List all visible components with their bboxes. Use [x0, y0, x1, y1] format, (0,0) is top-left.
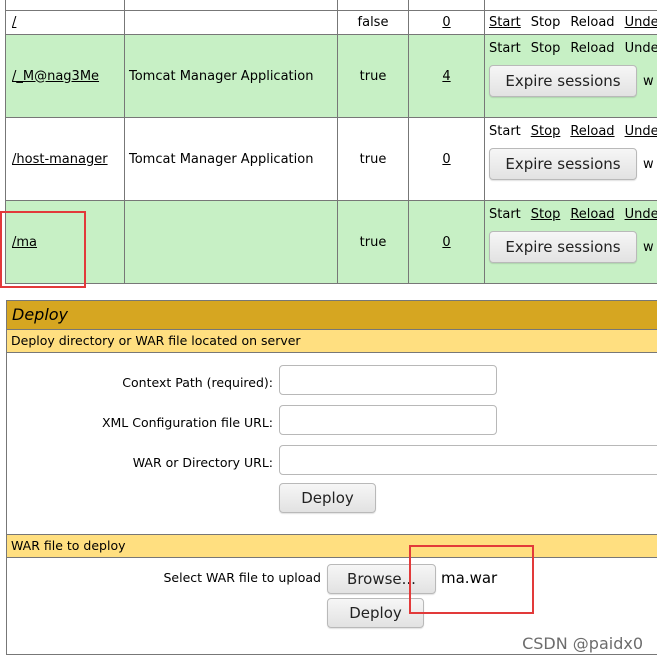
idle-label: w — [643, 156, 654, 172]
applications-table: / false 0 Start Stop Reload Undep /_M@nag3M… — [5, 0, 657, 284]
xml-config-label: XML Configuration file URL: — [101, 415, 273, 430]
browse-button[interactable]: Browse... — [327, 564, 436, 594]
app-sessions-link[interactable]: 4 — [442, 69, 450, 84]
deploy-server-button[interactable]: Deploy — [279, 483, 376, 513]
context-path-input[interactable] — [279, 365, 497, 395]
start-link[interactable]: Start — [489, 41, 521, 56]
app-commands: Start Stop Reload Undep Expire sessions w — [484, 117, 657, 201]
app-commands: Start Stop Reload Undep Expire sessions w — [484, 34, 657, 118]
selected-file-name: ma.war — [441, 569, 498, 587]
war-directory-label: WAR or Directory URL: — [132, 455, 273, 470]
reload-link[interactable]: Reload — [570, 41, 614, 56]
app-commands: Start Stop Reload Undep Expire sessions w — [484, 200, 657, 284]
app-sessions-link[interactable]: 0 — [442, 235, 450, 250]
table-row: /_M@nag3Me Tomcat Manager Application tr… — [5, 34, 657, 118]
idle-label: w — [643, 239, 654, 255]
app-path-link[interactable]: /ma — [12, 235, 37, 250]
expire-sessions-button[interactable]: Expire sessions — [489, 65, 637, 97]
reload-link[interactable]: Reload — [570, 15, 614, 30]
start-link[interactable]: Start — [489, 207, 521, 222]
app-path-link[interactable]: / — [12, 15, 16, 30]
table-header-strip — [5, 0, 657, 11]
deploy-title: Deploy — [7, 301, 657, 330]
app-sessions-link[interactable]: 0 — [442, 15, 450, 30]
server-deploy-section-title: Deploy directory or WAR file located on … — [7, 330, 657, 353]
start-link[interactable]: Start — [489, 124, 521, 139]
expire-sessions-button[interactable]: Expire sessions — [489, 148, 637, 180]
server-deploy-form: Context Path (required): XML Configurati… — [7, 353, 657, 535]
undeploy-link[interactable]: Undep — [625, 124, 657, 139]
select-war-label: Select WAR file to upload — [163, 570, 321, 585]
stop-link[interactable]: Stop — [531, 207, 561, 222]
app-sessions-link[interactable]: 0 — [442, 152, 450, 167]
war-upload-section-title: WAR file to deploy — [7, 535, 657, 558]
undeploy-link[interactable]: Undep — [625, 15, 657, 30]
app-commands: Start Stop Reload Undep — [484, 10, 657, 35]
app-display-name — [124, 10, 338, 35]
app-display-name — [124, 200, 338, 284]
reload-link[interactable]: Reload — [570, 124, 614, 139]
app-display-name: Tomcat Manager Application — [124, 117, 338, 201]
app-path-link[interactable]: /host-manager — [12, 152, 108, 167]
reload-link[interactable]: Reload — [570, 207, 614, 222]
app-path-link[interactable]: /_M@nag3Me — [12, 69, 99, 84]
table-row: /ma true 0 Start Stop Reload Undep Expire s… — [5, 200, 657, 284]
deploy-panel: Deploy Deploy directory or WAR file loca… — [6, 300, 657, 655]
stop-link[interactable]: Stop — [531, 124, 561, 139]
xml-config-input[interactable] — [279, 405, 497, 435]
app-running-status: true — [337, 200, 409, 284]
table-row: / false 0 Start Stop Reload Undep — [5, 10, 657, 35]
table-row: /host-manager Tomcat Manager Application… — [5, 117, 657, 201]
undeploy-link[interactable]: Undep — [625, 207, 657, 222]
stop-link[interactable]: Stop — [531, 15, 561, 30]
war-directory-input[interactable] — [279, 445, 657, 475]
context-path-label: Context Path (required): — [122, 375, 273, 390]
undeploy-link[interactable]: Undep — [625, 41, 657, 56]
app-display-name: Tomcat Manager Application — [124, 34, 338, 118]
app-running-status: true — [337, 34, 409, 118]
expire-sessions-button[interactable]: Expire sessions — [489, 231, 637, 263]
app-running-status: false — [337, 10, 409, 35]
deploy-war-button[interactable]: Deploy — [327, 598, 424, 628]
stop-link[interactable]: Stop — [531, 41, 561, 56]
idle-label: w — [643, 73, 654, 89]
watermark: CSDN @paidx0 — [522, 634, 643, 653]
start-link[interactable]: Start — [489, 15, 521, 30]
app-running-status: true — [337, 117, 409, 201]
